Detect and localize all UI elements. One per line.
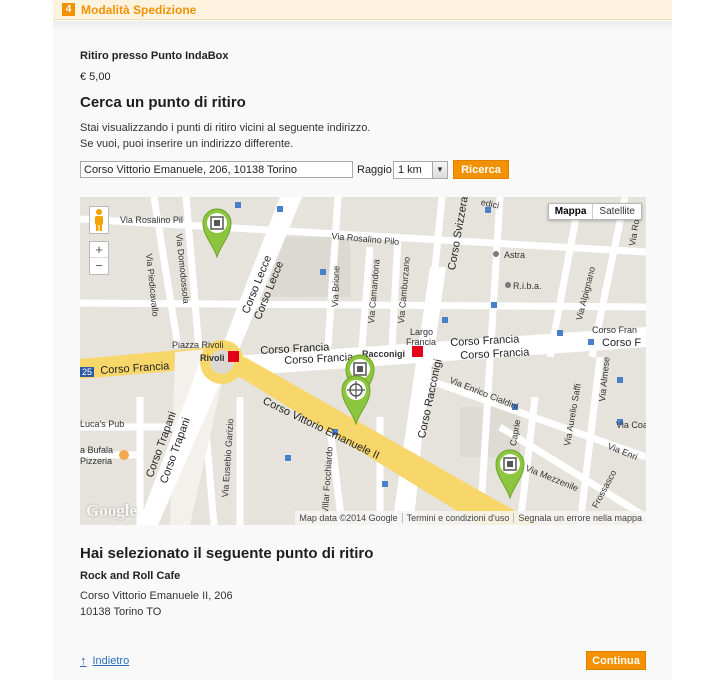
- step-header-shadow: [53, 21, 672, 33]
- map-type-map-button[interactable]: Mappa: [549, 204, 594, 219]
- radius-label: Raggio: [357, 164, 392, 176]
- street-label: Piazza Rivoli: [172, 340, 224, 350]
- street-label: Corso F: [602, 337, 642, 349]
- chevron-down-icon: ▼: [432, 162, 447, 178]
- street-label: Francia: [406, 337, 437, 347]
- search-button[interactable]: Ricerca: [453, 160, 509, 179]
- selected-pickup-point-pin[interactable]: [340, 373, 372, 425]
- selected-point-name: Rock and Roll Cafe: [80, 570, 181, 582]
- poi-label: Astra: [504, 250, 526, 260]
- search-description-line-1: Stai visualizzando i punti di ritiro vic…: [80, 122, 371, 134]
- person-icon: [95, 209, 103, 231]
- map-attribution: Map data ©2014 Google Termini e condizio…: [295, 511, 646, 525]
- step-header: 4 Modalità Spedizione: [53, 0, 672, 20]
- zoom-out-button[interactable]: −: [90, 258, 108, 274]
- map-type-control: Mappa Satellite: [547, 203, 642, 220]
- map-terms-link[interactable]: Termini e condizioni d'uso: [401, 513, 514, 523]
- google-logo: Google: [86, 501, 137, 520]
- route-badge: 25: [80, 367, 95, 377]
- back-link[interactable]: ↑ Indietro: [80, 653, 129, 668]
- continue-button[interactable]: Continua: [586, 651, 646, 670]
- selected-point-address-line-2: 10138 Torino TO: [80, 606, 162, 618]
- poi-label: Pizzeria: [80, 456, 113, 466]
- radius-select[interactable]: 1 km ▼: [393, 161, 448, 179]
- selected-point-title: Hai selezionato il seguente punto di rit…: [80, 545, 374, 562]
- street-label: Via Brione: [330, 265, 342, 308]
- street-label: Via Coa: [616, 420, 646, 430]
- pickup-point-pin[interactable]: [201, 206, 233, 258]
- step-title: Modalità Spedizione: [81, 2, 197, 17]
- search-description-line-2: Se vuoi, puoi inserire un indirizzo diff…: [80, 138, 294, 150]
- poi-label: R.i.b.a.: [513, 281, 542, 291]
- search-title: Cerca un punto di ritiro: [80, 94, 246, 111]
- arrow-up-icon: ↑: [80, 653, 87, 668]
- address-input[interactable]: [80, 161, 353, 178]
- zoom-in-button[interactable]: +: [90, 242, 108, 258]
- street-label: Largo: [410, 327, 434, 337]
- poi-label: Luca's Pub: [80, 419, 125, 429]
- poi-label: a Bufala: [80, 445, 114, 455]
- map-type-satellite-button[interactable]: Satellite: [593, 204, 641, 219]
- step-number-badge: 4: [62, 3, 75, 16]
- selected-point-address-line-1: Corso Vittorio Emanuele II, 206: [80, 590, 233, 602]
- street-view-pegman-icon[interactable]: [89, 206, 109, 234]
- street-label: Corso Fran: [592, 325, 638, 335]
- pickup-map[interactable]: Via Rosalino Pil Via Rosalino Pilo Via D…: [80, 197, 646, 525]
- map-report-error-link[interactable]: Segnala un errore nella mappa: [513, 513, 646, 523]
- shipping-method-name: Ritiro presso Punto IndaBox: [80, 50, 229, 62]
- radius-selected-value: 1 km: [398, 164, 422, 176]
- back-link-label: Indietro: [92, 654, 130, 667]
- metro-label: Rivoli: [200, 353, 225, 363]
- pickup-point-pin[interactable]: [494, 447, 526, 499]
- map-data-credit: Map data ©2014 Google: [299, 513, 398, 523]
- shipping-price: € 5,00: [80, 71, 111, 83]
- street-label: Via Rosalino Pil: [120, 215, 183, 225]
- zoom-control: + −: [89, 241, 109, 275]
